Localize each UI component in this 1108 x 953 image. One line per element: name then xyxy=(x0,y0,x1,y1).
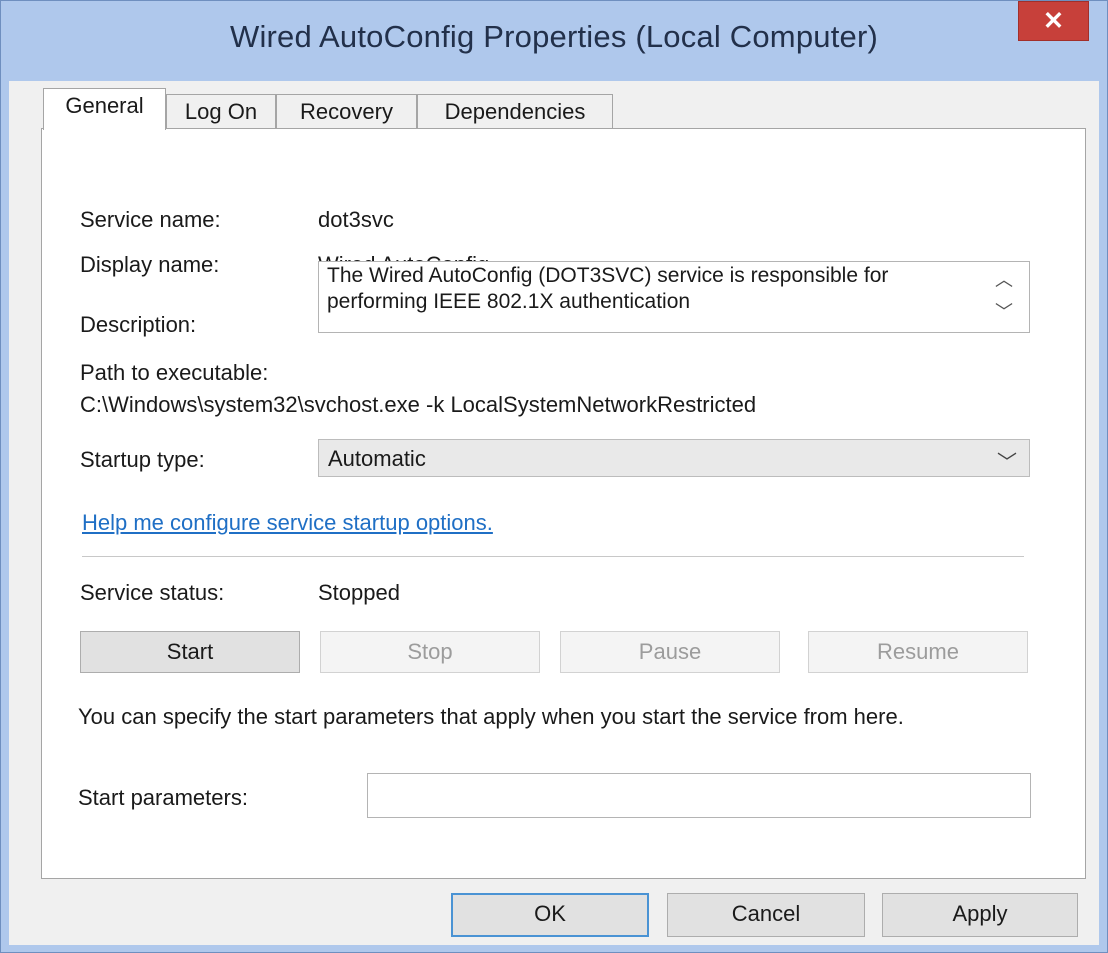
start-params-label: Start parameters: xyxy=(78,785,248,810)
close-button[interactable]: ✕ xyxy=(1018,1,1089,41)
dialog-client-area: General Log On Recovery Dependencies Ser… xyxy=(9,81,1099,945)
startup-type-value: Automatic xyxy=(328,446,426,471)
general-tab-panel: Service name: dot3svc Display name: Wire… xyxy=(41,128,1086,879)
tab-log-on[interactable]: Log On xyxy=(166,94,276,130)
description-text: The Wired AutoConfig (DOT3SVC) service i… xyxy=(327,264,889,313)
cancel-button[interactable]: Cancel xyxy=(667,893,865,937)
path-label: Path to executable: xyxy=(80,360,269,385)
start-button[interactable]: Start xyxy=(80,631,300,673)
scroll-down-icon[interactable]: ﹀ xyxy=(989,298,1019,326)
service-status-label: Service status: xyxy=(80,580,225,605)
service-name-label: Service name: xyxy=(80,207,221,232)
chevron-down-icon: ﹀ xyxy=(997,452,1017,474)
description-textbox[interactable]: The Wired AutoConfig (DOT3SVC) service i… xyxy=(318,261,1030,333)
startup-type-select[interactable]: Automatic ﹀ xyxy=(318,439,1030,477)
stop-button[interactable]: Stop xyxy=(320,631,540,673)
display-name-label: Display name: xyxy=(80,252,220,277)
tab-recovery[interactable]: Recovery xyxy=(276,94,417,130)
startup-type-label: Startup type: xyxy=(80,447,205,472)
service-status-value: Stopped xyxy=(318,580,400,605)
properties-dialog: Wired AutoConfig Properties (Local Compu… xyxy=(0,0,1108,953)
start-params-input[interactable] xyxy=(367,773,1031,818)
pause-button[interactable]: Pause xyxy=(560,631,780,673)
service-name-value: dot3svc xyxy=(318,207,394,232)
scroll-up-icon[interactable]: ︿ xyxy=(989,266,1019,294)
divider xyxy=(82,556,1024,557)
close-icon: ✕ xyxy=(1043,7,1064,35)
path-value: C:\Windows\system32\svchost.exe -k Local… xyxy=(80,392,757,417)
description-label: Description: xyxy=(80,312,197,337)
apply-button[interactable]: Apply xyxy=(882,893,1078,937)
tab-dependencies[interactable]: Dependencies xyxy=(417,94,613,130)
window-title: Wired AutoConfig Properties (Local Compu… xyxy=(229,19,879,54)
title-bar[interactable]: Wired AutoConfig Properties (Local Compu… xyxy=(1,1,1107,81)
start-params-hint: You can specify the start parameters tha… xyxy=(78,704,904,729)
resume-button[interactable]: Resume xyxy=(808,631,1028,673)
ok-button[interactable]: OK xyxy=(451,893,649,937)
help-link[interactable]: Help me configure service startup option… xyxy=(82,510,493,536)
tab-general[interactable]: General xyxy=(43,88,166,130)
